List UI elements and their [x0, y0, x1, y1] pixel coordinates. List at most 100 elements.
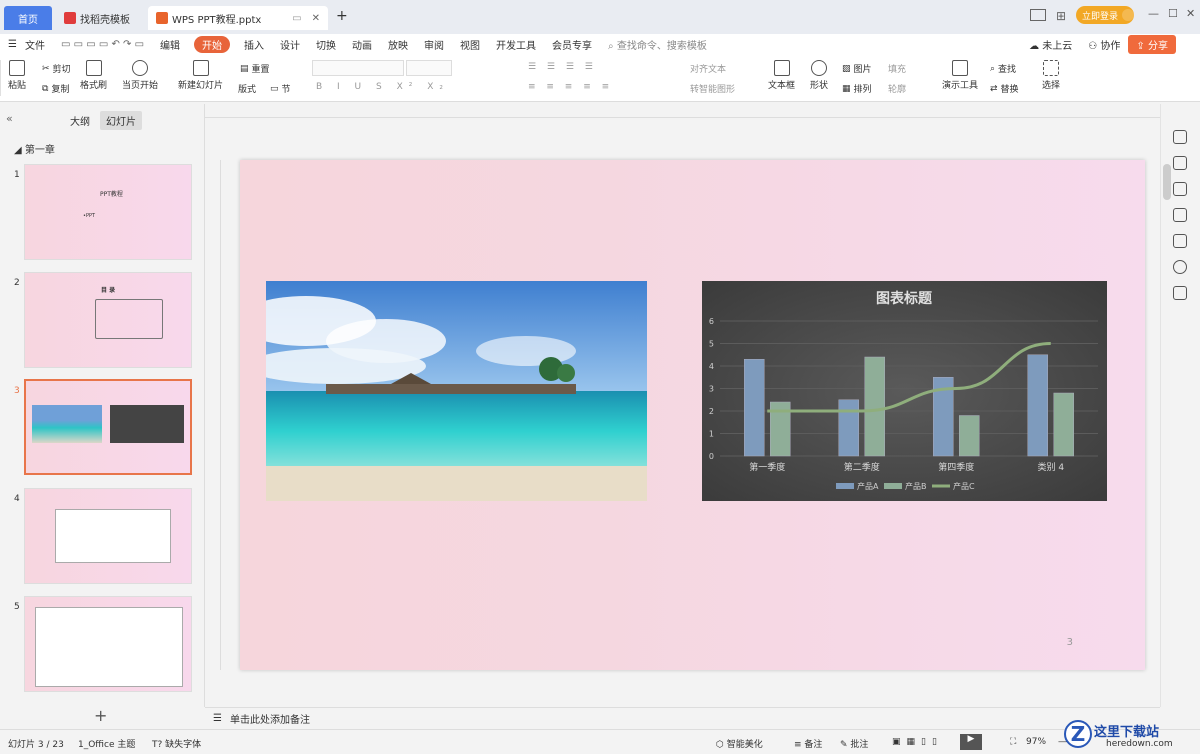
zoom-level[interactable]: 97%: [1026, 737, 1046, 747]
menu-edit[interactable]: 编辑: [152, 37, 188, 52]
copy-button[interactable]: ⧉ 复制: [42, 82, 69, 96]
find-button[interactable]: ⌕ 查找: [990, 62, 1016, 76]
design-icon[interactable]: [1173, 234, 1187, 248]
comments-icon: ✎: [840, 740, 848, 750]
menu-slideshow[interactable]: 放映: [380, 37, 416, 52]
cloud-status[interactable]: ☁ 未上云: [1021, 37, 1080, 52]
font-size-select[interactable]: [406, 60, 452, 76]
beautify-button[interactable]: ⬡ 智能美化: [716, 737, 763, 750]
quick-access-icons[interactable]: ▭ ▭ ▭ ▭ ↶ ↷ ▭: [53, 39, 152, 50]
y-tick-label: 0: [709, 452, 714, 461]
notes-toggle-icon: ≡: [794, 740, 802, 750]
shape-button[interactable]: 形状: [810, 60, 828, 91]
menu-design[interactable]: 设计: [272, 37, 308, 52]
book-icon[interactable]: [1173, 286, 1187, 300]
search-commands[interactable]: ⌕ 查找命令、搜索模板: [600, 37, 715, 52]
login-label: 立即登录: [1082, 11, 1119, 22]
menu-view[interactable]: 视图: [452, 37, 488, 52]
list-icons[interactable]: ☰ ☰ ☰ ☰: [528, 62, 597, 72]
menu-file[interactable]: 文件: [25, 37, 53, 52]
slide-thumbnail-1[interactable]: PPT教程 •PPT: [24, 164, 192, 260]
picture-button[interactable]: ▨ 图片: [842, 62, 872, 76]
reset-button[interactable]: ▤ 重置: [240, 62, 270, 76]
vertical-scrollbar[interactable]: [1163, 164, 1171, 200]
convert-smartart-button[interactable]: 转智能图形: [690, 82, 735, 95]
bar-line-chart[interactable]: 图表标题 0 1 2 3 4 5 6 第一季度 第二季度 第四季度 类别 4 产品A 产品B 产品C: [702, 281, 1107, 501]
fill-button[interactable]: 填充: [888, 62, 906, 75]
animation-star-icon[interactable]: [1173, 182, 1187, 196]
tab-document[interactable]: WPS PPT教程.pptx ▭ ✕: [148, 6, 328, 30]
apps-grid-icon[interactable]: ⊞: [1056, 9, 1066, 23]
select-icon: [1043, 60, 1059, 76]
outline-button[interactable]: 轮廓: [888, 82, 906, 95]
horizontal-ruler: [205, 104, 1160, 118]
slide-thumbnail-5[interactable]: [24, 596, 192, 692]
cut-label: 剪切: [52, 65, 71, 75]
close-window-icon[interactable]: ✕: [1186, 7, 1195, 20]
format-painter-button[interactable]: 格式刷: [80, 60, 107, 91]
location-icon[interactable]: [1173, 260, 1187, 274]
cut-button[interactable]: ✂ 剪切: [42, 62, 71, 76]
menu-review[interactable]: 审阅: [416, 37, 452, 52]
reset-icon: ▤: [240, 63, 249, 74]
notes-toggle[interactable]: ≡ 备注: [794, 737, 822, 750]
collab-button[interactable]: ⚇ 协作: [1080, 37, 1128, 52]
text-format-icons[interactable]: B I U S X² X₂: [316, 82, 449, 92]
tab-pin-icon[interactable]: ▭: [292, 13, 301, 24]
share-button[interactable]: ⇪ 分享: [1128, 34, 1176, 54]
paste-button[interactable]: 粘贴: [8, 60, 26, 91]
new-slide-button[interactable]: 新建幻灯片: [178, 60, 223, 91]
present-tools-button[interactable]: 演示工具: [942, 60, 978, 91]
thumb-title: 目 录: [101, 287, 116, 294]
menu-developer[interactable]: 开发工具: [488, 37, 544, 52]
menu-start[interactable]: 开始: [194, 35, 231, 53]
select-button[interactable]: 选择: [1042, 60, 1060, 91]
align-icons[interactable]: ≡ ≡ ≡ ≡ ≡: [528, 82, 613, 92]
tab-template[interactable]: 找稻壳模板: [56, 6, 144, 30]
chapter-section[interactable]: ◢ 第一章: [14, 141, 55, 156]
menu-transition[interactable]: 切换: [308, 37, 344, 52]
arrange-button[interactable]: ▦ 排列: [842, 82, 872, 96]
reading-mode-icon[interactable]: [1030, 9, 1046, 21]
add-slide-icon[interactable]: +: [94, 706, 107, 725]
slide-thumbnail-3[interactable]: [24, 379, 192, 475]
fit-window-icon[interactable]: ⛶: [1010, 737, 1016, 747]
login-button[interactable]: 立即登录: [1076, 6, 1134, 24]
rocket-icon[interactable]: [1173, 130, 1187, 144]
slide-thumbnail-4[interactable]: [24, 488, 192, 584]
tab-close-icon[interactable]: ✕: [312, 13, 320, 24]
title-bar: 首页 找稻壳模板 WPS PPT教程.pptx ▭ ✕ + ⊞ 立即登录 — ☐…: [0, 0, 1200, 34]
collapse-pane-icon[interactable]: «: [6, 112, 13, 125]
align-text-button[interactable]: 对齐文本: [690, 62, 726, 75]
notes-bar[interactable]: ☰ 单击此处添加备注: [205, 707, 1160, 729]
view-mode-icons[interactable]: ▣▦▯▯: [892, 737, 943, 747]
font-family-select[interactable]: [312, 60, 404, 76]
hamburger-icon[interactable]: ☰: [0, 39, 25, 50]
settings-sliders-icon[interactable]: [1173, 156, 1187, 170]
slide-thumbnail-2[interactable]: 目 录: [24, 272, 192, 368]
minimize-icon[interactable]: —: [1148, 7, 1159, 20]
tab-slides[interactable]: 幻灯片: [100, 111, 142, 130]
missing-font-button[interactable]: T? 缺失字体: [152, 737, 201, 750]
layout-button[interactable]: 版式: [238, 82, 256, 95]
replace-button[interactable]: ⇄ 替换: [990, 82, 1019, 96]
comments-toggle[interactable]: ✎ 批注: [840, 737, 868, 750]
y-tick-label: 3: [709, 385, 714, 394]
new-tab-button[interactable]: +: [336, 8, 348, 24]
menu-member[interactable]: 会员专享: [544, 37, 600, 52]
menu-insert[interactable]: 插入: [236, 37, 272, 52]
beach-photo[interactable]: [266, 281, 647, 501]
legend-label-产品C: 产品C: [953, 481, 975, 491]
tab-home[interactable]: 首页: [4, 6, 52, 30]
tab-outline[interactable]: 大纲: [70, 113, 90, 128]
maximize-icon[interactable]: ☐: [1168, 7, 1178, 20]
line-产品C: [767, 342, 1051, 413]
menu-animation[interactable]: 动画: [344, 37, 380, 52]
section-button[interactable]: ▭ 节: [270, 82, 291, 96]
play-current-button[interactable]: 当页开始: [122, 60, 158, 91]
theme-name[interactable]: 1_Office 主题: [78, 737, 135, 750]
textbox-button[interactable]: 文本框: [768, 60, 795, 91]
bar-产品B-类别 4: [1053, 392, 1074, 457]
transition-icon[interactable]: [1173, 208, 1187, 222]
slideshow-play-icon[interactable]: ▶: [960, 734, 982, 750]
